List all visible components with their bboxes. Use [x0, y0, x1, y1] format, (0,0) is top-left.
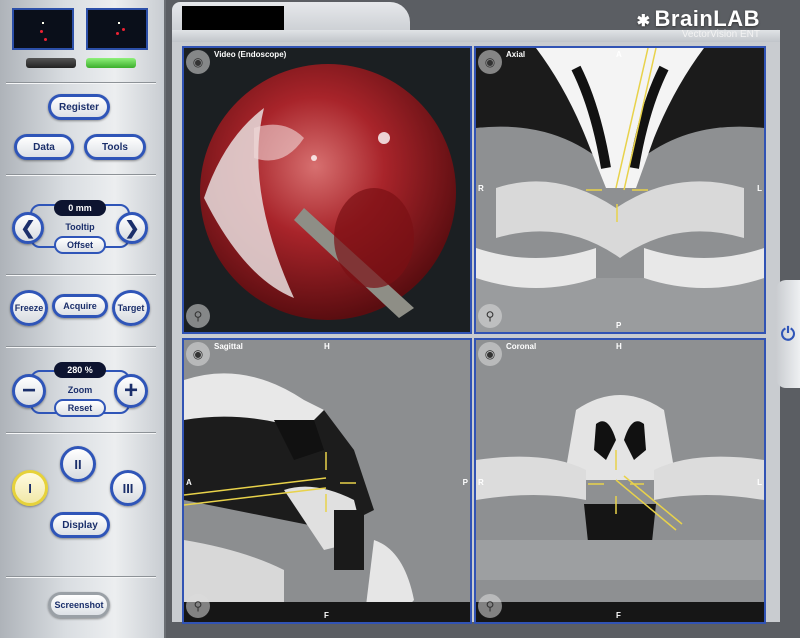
- register-button[interactable]: Register: [48, 94, 110, 120]
- tooltip-value: 0 mm: [54, 200, 106, 216]
- eye-icon[interactable]: ◉: [186, 50, 210, 74]
- status-indicator-right: [86, 58, 136, 68]
- divider: [6, 82, 156, 84]
- orientation-bottom: F: [616, 611, 621, 620]
- zoom-label: Zoom: [67, 385, 93, 395]
- view-label: Coronal: [506, 342, 537, 351]
- orientation-left: R: [478, 184, 484, 193]
- axial-view[interactable]: ◉ Axial A P R L ⚲: [474, 46, 766, 334]
- sagittal-ct-image: [184, 340, 470, 622]
- brainlab-logo-icon: ✱: [636, 13, 651, 30]
- eye-icon[interactable]: ◉: [478, 50, 502, 74]
- brand-name: BrainLAB: [654, 6, 760, 31]
- power-button[interactable]: ⏻: [776, 280, 800, 388]
- axial-ct-image: [476, 48, 764, 332]
- view-label: Video (Endoscope): [214, 50, 287, 59]
- orientation-left: R: [478, 478, 484, 487]
- view-label: Axial: [506, 50, 526, 59]
- orientation-top: A: [616, 50, 622, 59]
- data-button[interactable]: Data: [14, 134, 74, 160]
- coronal-view[interactable]: ◉ Coronal H F R L ⚲: [474, 338, 766, 624]
- tooltip-increase-button[interactable]: ❯: [116, 212, 148, 244]
- acquire-button[interactable]: Acquire: [52, 294, 108, 318]
- sagittal-view[interactable]: ◉ Sagittal H F A P ⚲: [182, 338, 472, 624]
- control-panel: Register Data Tools ❮ ❯ 0 mm Tooltip Off…: [0, 0, 166, 638]
- orientation-right: L: [757, 478, 762, 487]
- display-button[interactable]: Display: [50, 512, 110, 538]
- target-button[interactable]: Target: [112, 290, 150, 326]
- layout-thumbnail-1[interactable]: [12, 8, 74, 50]
- offset-button[interactable]: Offset: [54, 236, 106, 254]
- magnifier-icon[interactable]: ⚲: [186, 304, 210, 328]
- video-endoscope-view[interactable]: ◉ Video (Endoscope) ⚲: [182, 46, 472, 334]
- tools-button[interactable]: Tools: [84, 134, 146, 160]
- divider: [6, 346, 156, 348]
- zoom-out-button[interactable]: −: [12, 374, 46, 408]
- coronal-ct-image: [476, 340, 764, 622]
- orientation-right: P: [462, 478, 468, 487]
- zoom-reset-button[interactable]: Reset: [54, 399, 106, 417]
- brand-logo: ✱ BrainLAB VectorVision ENT: [637, 6, 760, 40]
- layout-ii-button[interactable]: II: [60, 446, 96, 482]
- layout-i-button[interactable]: I: [12, 470, 48, 506]
- zoom-in-button[interactable]: +: [114, 374, 148, 408]
- divider: [6, 576, 156, 578]
- freeze-button[interactable]: Freeze: [10, 290, 48, 326]
- power-icon: ⏻: [780, 323, 796, 344]
- divider: [6, 274, 156, 276]
- tooltip-label: Tooltip: [65, 222, 95, 232]
- divider: [6, 174, 156, 176]
- magnifier-icon[interactable]: ⚲: [478, 304, 502, 328]
- view-label: Sagittal: [214, 342, 243, 351]
- layout-iii-button[interactable]: III: [110, 470, 146, 506]
- endoscope-image: [200, 64, 456, 320]
- orientation-right: L: [757, 184, 762, 193]
- orientation-left: A: [186, 478, 192, 487]
- eye-icon[interactable]: ◉: [478, 342, 502, 366]
- layout-thumbnail-2[interactable]: [86, 8, 148, 50]
- divider: [6, 432, 156, 434]
- orientation-bottom: P: [616, 321, 622, 330]
- zoom-value: 280 %: [54, 362, 106, 378]
- orientation-top: H: [616, 342, 622, 351]
- magnifier-icon[interactable]: ⚲: [186, 594, 210, 618]
- screenshot-button[interactable]: Screenshot: [48, 592, 110, 618]
- tooltip-decrease-button[interactable]: ❮: [12, 212, 44, 244]
- orientation-bottom: F: [324, 611, 329, 620]
- orientation-top: H: [324, 342, 330, 351]
- magnifier-icon[interactable]: ⚲: [478, 594, 502, 618]
- status-indicator-left: [26, 58, 76, 68]
- eye-icon[interactable]: ◉: [186, 342, 210, 366]
